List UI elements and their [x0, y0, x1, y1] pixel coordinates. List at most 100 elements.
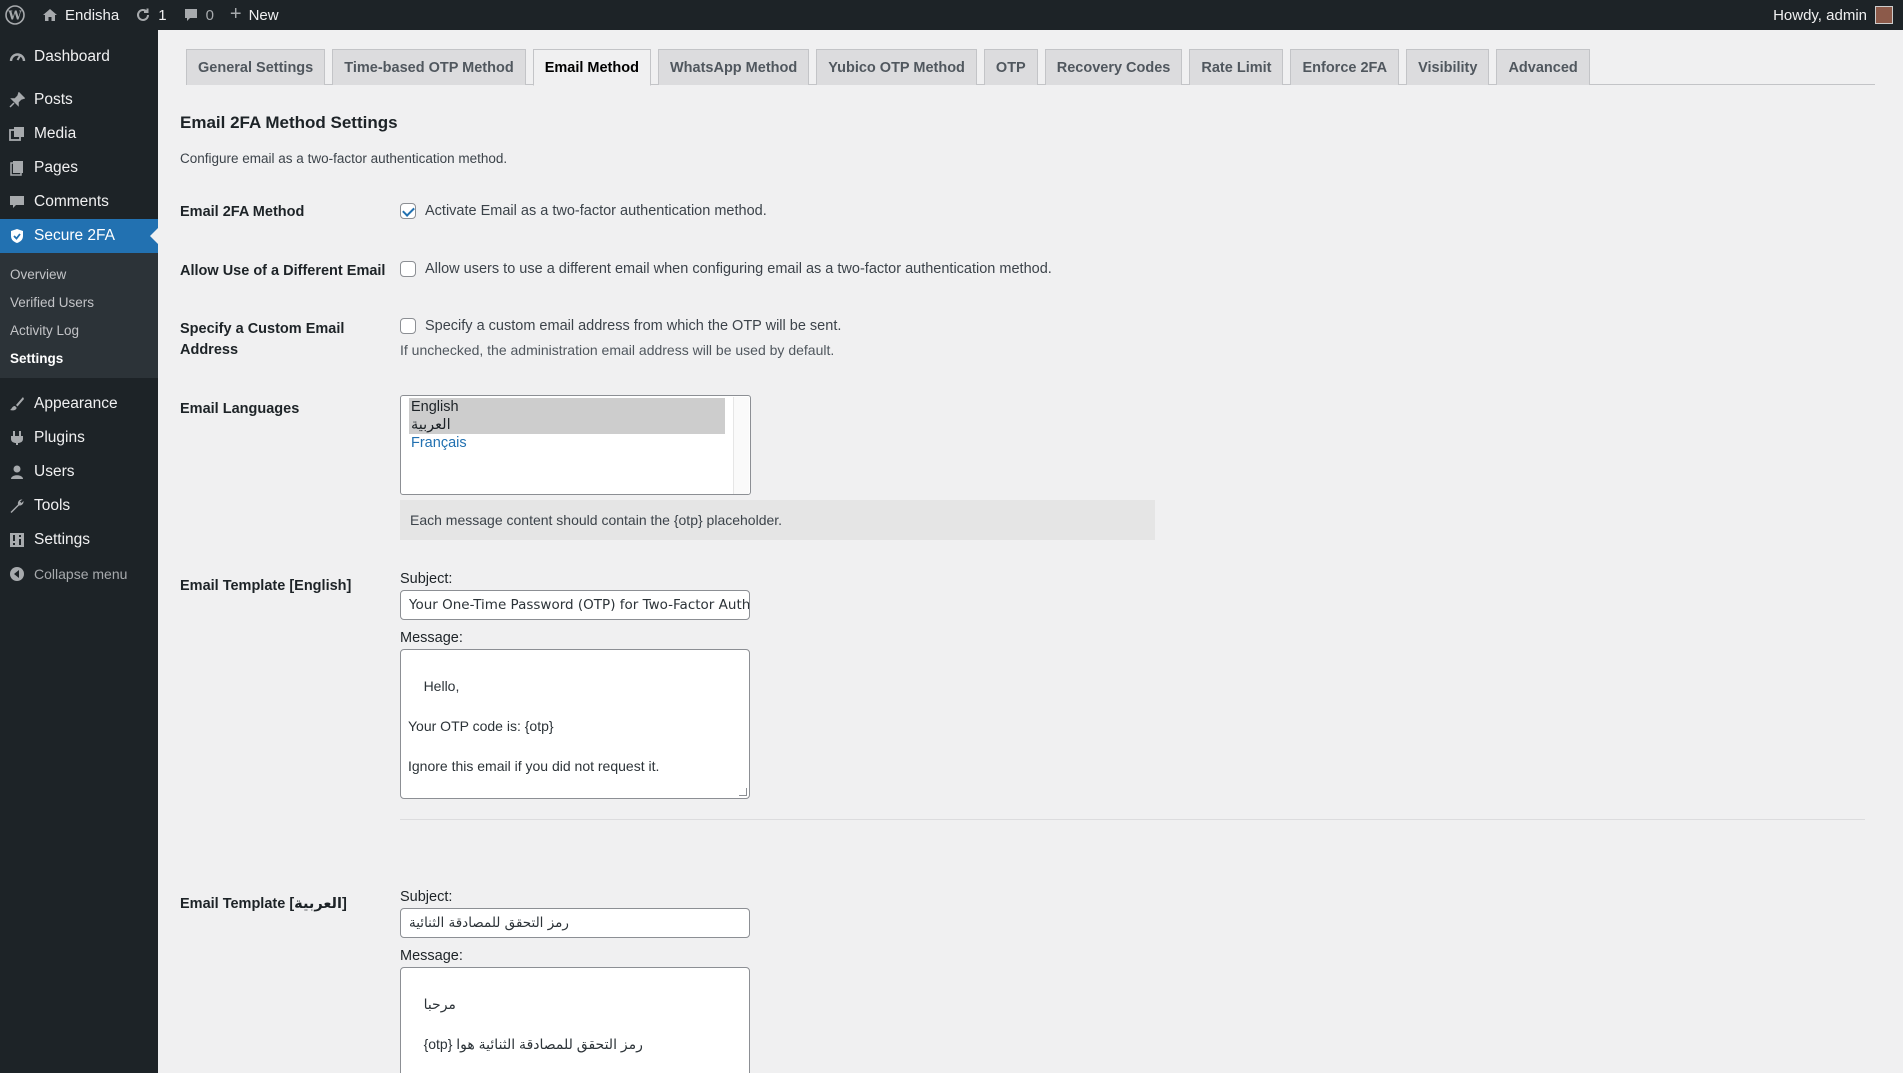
wrench-icon — [8, 497, 26, 515]
sidebar-item-label: Media — [34, 125, 77, 142]
email-method-label: Email 2FA Method — [180, 204, 305, 220]
comments-count: 0 — [205, 6, 214, 24]
email-method-checkbox[interactable] — [400, 203, 416, 219]
collapse-menu-label: Collapse menu — [34, 566, 128, 582]
english-message-text: Hello, Your OTP code is: {otp} Ignore th… — [408, 678, 660, 774]
sidebar-item-users[interactable]: Users — [0, 455, 158, 489]
svg-text:W: W — [7, 9, 22, 23]
language-option-arabic[interactable]: العربية — [409, 416, 725, 434]
arabic-message-textarea[interactable]: مرحبا رمز التحقق للمصادقة الثنائية هوا {… — [400, 967, 750, 1073]
sidebar-item-label: Users — [34, 463, 75, 480]
different-email-label: Allow Use of a Different Email — [180, 263, 386, 279]
tab-rate-limit[interactable]: Rate Limit — [1189, 49, 1284, 85]
comment-icon — [183, 7, 199, 23]
tab-enforce-2fa[interactable]: Enforce 2FA — [1290, 49, 1400, 85]
english-subject-label: Subject: — [400, 571, 453, 587]
tab-advanced[interactable]: Advanced — [1496, 49, 1590, 85]
custom-email-checkbox[interactable] — [400, 318, 416, 334]
sidebar-item-comments[interactable]: Comments — [0, 185, 158, 219]
submenu-item-overview[interactable]: Overview — [0, 260, 158, 288]
sidebar-item-secure-2fa[interactable]: Secure 2FA — [0, 219, 158, 253]
users-icon — [8, 463, 26, 481]
submenu-item-settings[interactable]: Settings — [0, 344, 158, 372]
custom-email-option[interactable]: Specify a custom email address from whic… — [400, 318, 841, 334]
email-languages-select[interactable]: English العربية Français — [400, 395, 751, 495]
language-option-english[interactable]: English — [409, 398, 725, 416]
new-content-link[interactable]: + New — [222, 0, 287, 30]
dashboard-icon — [8, 48, 26, 66]
sidebar-item-label: Plugins — [34, 429, 85, 446]
tab-general-settings[interactable]: General Settings — [186, 49, 326, 85]
main-content: General Settings Time-based OTP Method E… — [158, 30, 1903, 1073]
custom-email-label: Specify a Custom Email Address — [180, 321, 345, 359]
tab-time-based-otp[interactable]: Time-based OTP Method — [332, 49, 526, 85]
custom-email-checkbox-label: Specify a custom email address from whic… — [425, 318, 842, 334]
tab-recovery-codes[interactable]: Recovery Codes — [1044, 49, 1183, 85]
sidebar-item-settings[interactable]: Settings — [0, 523, 158, 557]
sidebar-item-label: Posts — [34, 91, 73, 108]
page-description: Configure email as a two-factor authenti… — [180, 151, 508, 166]
my-account-link[interactable]: Howdy, admin — [1765, 0, 1903, 30]
updates-icon — [135, 7, 151, 23]
submenu-item-activity-log[interactable]: Activity Log — [0, 316, 158, 344]
tab-yubico-otp[interactable]: Yubico OTP Method — [816, 49, 977, 85]
submenu-item-verified-users[interactable]: Verified Users — [0, 288, 158, 316]
different-email-checkbox[interactable] — [400, 261, 416, 277]
sidebar-item-label: Settings — [34, 531, 91, 548]
admin-sidebar: Dashboard Posts Media Pages Comments Sec… — [0, 30, 158, 1073]
comments-link[interactable]: 0 — [175, 0, 222, 30]
template-divider — [400, 819, 1865, 820]
wordpress-logo-icon[interactable]: W — [0, 0, 30, 30]
shield-icon — [8, 227, 26, 245]
brush-icon — [8, 395, 26, 413]
tab-otp[interactable]: OTP — [983, 49, 1038, 85]
arabic-message-text: مرحبا رمز التحقق للمصادقة الثنائية هوا {… — [423, 996, 643, 1052]
tab-visibility[interactable]: Visibility — [1406, 49, 1490, 85]
sidebar-item-label: Comments — [34, 193, 109, 210]
custom-email-hint: If unchecked, the administration email a… — [400, 342, 835, 358]
resize-handle-icon[interactable] — [739, 788, 747, 796]
site-name-link[interactable]: Endisha — [34, 0, 127, 30]
sidebar-item-label: Appearance — [34, 395, 118, 412]
sidebar-item-posts[interactable]: Posts — [0, 83, 158, 117]
howdy-text: Howdy, admin — [1773, 6, 1867, 24]
arabic-subject-label: Subject: — [400, 889, 453, 905]
new-label: New — [248, 6, 279, 24]
plugin-icon — [8, 429, 26, 447]
listbox-scrollbar[interactable] — [733, 397, 749, 494]
sidebar-item-dashboard[interactable]: Dashboard — [0, 40, 158, 74]
otp-placeholder-notice: Each message content should contain the … — [400, 500, 1155, 540]
updates-link[interactable]: 1 — [127, 0, 174, 30]
language-option-french[interactable]: Français — [409, 434, 740, 452]
arabic-subject-text: رمز التحقق للمصادقة الثنائية — [409, 915, 569, 931]
media-icon — [8, 125, 26, 143]
english-subject-input[interactable]: Your One-Time Password (OTP) for Two-Fac… — [400, 590, 750, 620]
secure-2fa-submenu: Overview Verified Users Activity Log Set… — [0, 253, 158, 378]
template-arabic-label-text: Email Template [العربية] — [180, 896, 347, 912]
collapse-icon — [8, 565, 26, 583]
updates-count: 1 — [158, 6, 167, 24]
settings-icon — [8, 531, 26, 549]
site-name: Endisha — [65, 6, 120, 24]
template-english-label: Email Template [English] — [180, 578, 352, 594]
english-message-textarea[interactable]: Hello, Your OTP code is: {otp} Ignore th… — [400, 649, 750, 799]
collapse-menu-button[interactable]: Collapse menu — [0, 557, 158, 591]
sidebar-item-appearance[interactable]: Appearance — [0, 387, 158, 421]
sidebar-item-media[interactable]: Media — [0, 117, 158, 151]
tab-whatsapp-method[interactable]: WhatsApp Method — [657, 49, 810, 85]
arabic-subject-input[interactable]: رمز التحقق للمصادقة الثنائية — [400, 908, 750, 938]
email-method-option[interactable]: Activate Email as a two-factor authentic… — [400, 203, 767, 219]
sidebar-item-label: Tools — [34, 497, 71, 514]
comment-icon — [8, 193, 26, 211]
page-title: Email 2FA Method Settings — [180, 113, 398, 132]
sidebar-item-plugins[interactable]: Plugins — [0, 421, 158, 455]
sidebar-item-label: Pages — [34, 159, 78, 176]
different-email-option[interactable]: Allow users to use a different email whe… — [400, 261, 1052, 277]
different-email-checkbox-label: Allow users to use a different email whe… — [425, 261, 1052, 277]
sidebar-item-pages[interactable]: Pages — [0, 151, 158, 185]
sidebar-item-label: Secure 2FA — [34, 227, 115, 244]
email-languages-label: Email Languages — [180, 401, 300, 417]
arabic-message-label: Message: — [400, 948, 463, 964]
sidebar-item-tools[interactable]: Tools — [0, 489, 158, 523]
tab-email-method[interactable]: Email Method — [532, 49, 651, 86]
